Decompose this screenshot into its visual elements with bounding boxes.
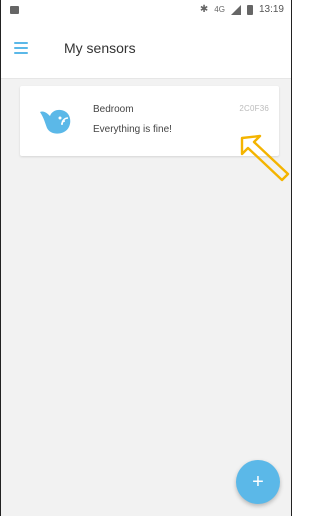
bluetooth-icon: ✱ bbox=[199, 4, 209, 15]
add-sensor-button[interactable]: + bbox=[236, 460, 280, 504]
status-time: 13:19 bbox=[258, 4, 284, 15]
left-border bbox=[0, 0, 1, 516]
right-border bbox=[291, 0, 292, 516]
add-icon: + bbox=[252, 471, 264, 493]
sensor-id: 2C0F36 bbox=[239, 104, 269, 113]
bird-wifi-icon bbox=[40, 109, 71, 134]
page-title: My sensors bbox=[64, 40, 136, 56]
signal-icon bbox=[230, 4, 241, 15]
sensor-name: Bedroom bbox=[93, 104, 134, 115]
notification-icon bbox=[10, 6, 19, 14]
annotation-arrow-icon bbox=[240, 134, 290, 182]
hamburger-menu-icon[interactable] bbox=[14, 42, 28, 54]
network-icon: 4G bbox=[214, 5, 225, 14]
status-bar: ✱ 4G 13:19 bbox=[0, 0, 292, 22]
sensor-status: Everything is fine! bbox=[93, 124, 172, 135]
battery-icon bbox=[246, 4, 253, 15]
app-screen: ✱ 4G 13:19 My sensors Bedroom Everything… bbox=[0, 0, 292, 516]
app-bar: My sensors bbox=[0, 22, 292, 79]
status-icons: ✱ 4G 13:19 bbox=[200, 4, 284, 15]
